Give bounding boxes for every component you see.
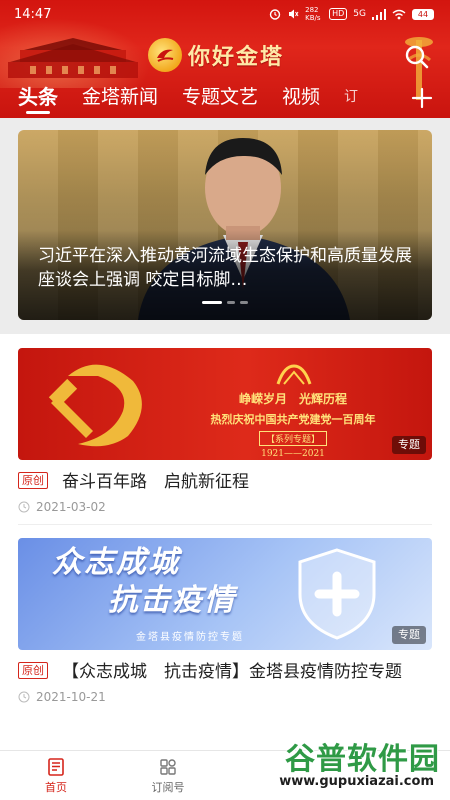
carousel-dot[interactable]	[227, 301, 235, 304]
news-date-text: 2021-03-02	[36, 500, 106, 514]
medical-shield-icon	[298, 548, 376, 640]
add-channel-button[interactable]	[410, 86, 434, 110]
clock-icon	[18, 691, 30, 703]
status-time: 14:47	[14, 6, 52, 22]
banner-line-3: 【系列专题】	[258, 431, 327, 446]
tab-subscribe-partial[interactable]: 订	[344, 84, 358, 110]
signal-label: 5G	[353, 9, 366, 19]
news-date: 2021-03-02	[18, 500, 432, 514]
plus-icon	[411, 87, 433, 109]
network-speed: 282 KB/s	[305, 6, 321, 22]
carousel-dot[interactable]	[240, 301, 248, 304]
news-title[interactable]: 原创 奋斗百年路 启航新征程	[18, 470, 432, 494]
news-date: 2021-10-21	[18, 690, 432, 704]
party-anniversary-banner: 峥嵘岁月 光辉历程 热烈庆祝中国共产党建党一百周年 【系列专题】 1921——2…	[18, 348, 432, 460]
tiananmen-decoration	[8, 38, 138, 78]
mute-icon	[289, 9, 299, 19]
signal-bars-icon	[372, 8, 386, 20]
carousel-caption[interactable]: 习近平在深入推动黄河流域生态保护和高质量发展座谈会上强调 咬定目标脚…	[38, 244, 412, 292]
search-icon	[405, 45, 429, 69]
headline-carousel[interactable]: 习近平在深入推动黄河流域生态保护和高质量发展座谈会上强调 咬定目标脚…	[18, 130, 432, 320]
nav-home-label: 首页	[45, 780, 67, 794]
hd-indicator: HD	[329, 8, 348, 20]
centenary-emblem-icon	[276, 364, 312, 385]
logo-emblem-icon	[148, 38, 182, 72]
card-divider	[18, 524, 432, 525]
party-banner-text: 峥嵘岁月 光辉历程 热烈庆祝中国共产党建党一百周年 【系列专题】 1921——2…	[168, 390, 418, 459]
battery-indicator: 44	[412, 8, 434, 20]
newspaper-icon	[48, 757, 64, 776]
epidemic-banner: 众志成城 抗击疫情 金塔县疫情防控专题 专题	[18, 538, 432, 650]
status-icons: 282 KB/s HD 5G 44	[269, 6, 434, 22]
news-title-text: 奋斗百年路 启航新征程	[62, 472, 249, 492]
epidemic-title-line-2: 抗击疫情	[108, 583, 236, 618]
topic-badge: 专题	[392, 626, 426, 644]
nav-home[interactable]: 首页	[0, 751, 112, 800]
category-tabs: 头条 金塔新闻 专题文艺 视频 订	[0, 84, 450, 116]
tab-headlines[interactable]: 头条	[18, 84, 58, 114]
app-logo: 你好金塔	[148, 38, 284, 72]
epidemic-title-line-1: 众志成城	[52, 545, 180, 580]
banner-line-2: 热烈庆祝中国共产党建党一百周年	[210, 413, 376, 426]
watermark-brand: 谷普软件园	[285, 742, 440, 777]
epidemic-banner-title: 众志成城 抗击疫情	[52, 544, 236, 620]
wifi-icon	[392, 9, 406, 19]
epidemic-banner-subtitle: 金塔县疫情防控专题	[136, 632, 244, 643]
news-title[interactable]: 原创 【众志成城 抗击疫情】金塔县疫情防控专题	[18, 660, 432, 684]
app-header: 14:47 282 KB/s HD 5G 44 你好金塔 头条 金塔新闻 专题文…	[0, 0, 450, 118]
news-card[interactable]: 众志成城 抗击疫情 金塔县疫情防控专题 专题 原创 【众志成城 抗击疫情】金塔县疫…	[18, 538, 432, 704]
hammer-sickle-icon	[48, 364, 142, 447]
tab-special-topics[interactable]: 专题文艺	[182, 84, 258, 110]
carousel-dot[interactable]	[202, 301, 222, 304]
alarm-icon	[269, 9, 281, 20]
news-date-text: 2021-10-21	[36, 690, 106, 704]
carousel-indicators	[18, 301, 432, 304]
nav-subscriptions-label: 订阅号	[151, 780, 185, 794]
search-button[interactable]	[404, 44, 430, 70]
nav-subscriptions[interactable]: 订阅号	[112, 751, 224, 800]
banner-line-1: 峥嵘岁月 光辉历程	[238, 392, 347, 406]
tab-jinta-news[interactable]: 金塔新闻	[82, 84, 158, 110]
tab-video[interactable]: 视频	[282, 84, 320, 110]
news-card[interactable]: 峥嵘岁月 光辉历程 热烈庆祝中国共产党建党一百周年 【系列专题】 1921——2…	[18, 348, 432, 514]
news-feed: 峥嵘岁月 光辉历程 热烈庆祝中国共产党建党一百周年 【系列专题】 1921——2…	[0, 334, 450, 750]
site-watermark: 谷普软件园 www.gupuxiazai.com	[244, 734, 444, 794]
watermark-url: www.gupuxiazai.com	[277, 774, 436, 789]
original-tag: 原创	[18, 662, 48, 679]
clock-icon	[18, 501, 30, 513]
grid-icon	[160, 758, 176, 775]
topic-badge: 专题	[392, 436, 426, 454]
banner-line-4: 1921——2021	[261, 449, 325, 459]
news-title-text: 【众志成城 抗击疫情】金塔县疫情防控专题	[62, 662, 402, 682]
app-title: 你好金塔	[188, 44, 285, 70]
original-tag: 原创	[18, 472, 48, 489]
status-bar: 14:47 282 KB/s HD 5G 44	[0, 0, 450, 28]
